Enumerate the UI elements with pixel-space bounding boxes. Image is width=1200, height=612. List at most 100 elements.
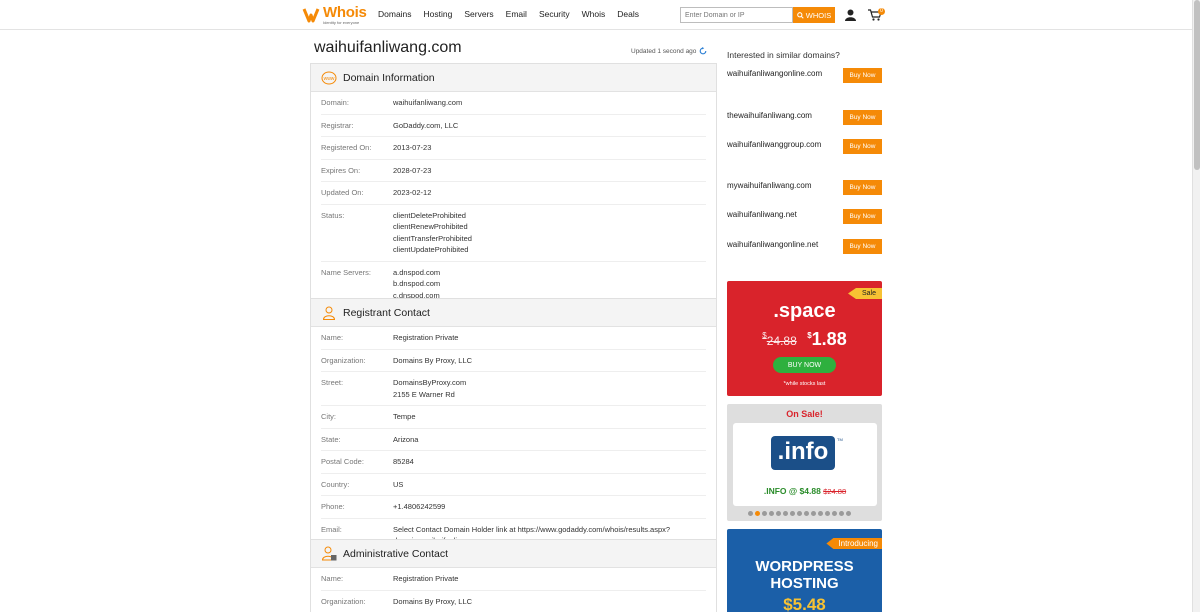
similar-domain-name[interactable]: waihuifanliwanggroup.com bbox=[727, 139, 829, 154]
user-icon[interactable] bbox=[845, 9, 856, 21]
row-value: 2028-07-23 bbox=[393, 165, 431, 177]
similar-domain-name[interactable]: mywaihuifanliwang.com bbox=[727, 180, 829, 195]
similar-domain-item: waihuifanliwangonline.com Buy Now bbox=[727, 68, 882, 83]
info-row: State: Arizona bbox=[321, 429, 706, 451]
info-old-price: $24.88 bbox=[823, 487, 847, 496]
carousel-dot[interactable] bbox=[818, 511, 823, 516]
info-promo-carousel[interactable]: On Sale! .info TM .INFO @ $4.88 $24.88 bbox=[727, 404, 882, 521]
row-label: Organization: bbox=[321, 596, 366, 606]
registrant-contact-title: Registrant Contact bbox=[343, 306, 430, 319]
info-promo-card[interactable]: .info TM .INFO @ $4.88 $24.88 bbox=[733, 423, 877, 506]
row-value-line: US bbox=[393, 479, 404, 489]
similar-domain-item: waihuifanliwang.net Buy Now bbox=[727, 209, 882, 224]
info-row: Registrar: GoDaddy.com, LLC bbox=[321, 115, 706, 137]
row-value-line: Select Contact Domain Holder link at htt… bbox=[393, 524, 671, 534]
row-value-line: clientTransferProhibited bbox=[393, 233, 472, 243]
carousel-dot[interactable] bbox=[811, 511, 816, 516]
buy-now-button[interactable]: Buy Now bbox=[843, 239, 882, 254]
space-buy-now-button[interactable]: BUY NOW bbox=[773, 357, 836, 373]
similar-domain-name[interactable]: thewaihuifanliwang.com bbox=[727, 110, 829, 125]
similar-domain-name[interactable]: waihuifanliwang.net bbox=[727, 209, 829, 224]
row-value: waihuifanliwang.com bbox=[393, 97, 462, 109]
info-row: Status: clientDeleteProhibited clientRenew… bbox=[321, 205, 706, 262]
nav-security[interactable]: Security bbox=[539, 9, 570, 19]
administrative-contact-title: Administrative Contact bbox=[343, 547, 449, 560]
buy-now-button[interactable]: Buy Now bbox=[843, 139, 882, 154]
page-scrollbar[interactable] bbox=[1192, 0, 1200, 612]
row-value: 2013-07-23 bbox=[393, 142, 431, 154]
stock-note: *while stocks last bbox=[783, 381, 826, 387]
carousel-dot[interactable] bbox=[846, 511, 851, 516]
buy-now-button[interactable]: Buy Now bbox=[843, 110, 882, 125]
carousel-dot[interactable] bbox=[790, 511, 795, 516]
similar-domain-item: waihuifanliwanggroup.com Buy Now bbox=[727, 139, 882, 154]
nav-whois[interactable]: Whois bbox=[582, 9, 606, 19]
row-value: clientDeleteProhibited clientRenewProhibi… bbox=[393, 210, 472, 256]
row-label: Name Servers: bbox=[321, 267, 372, 277]
carousel-dots bbox=[748, 511, 851, 516]
wordpress-hosting-promo[interactable]: Introducing WORDPRESS HOSTING $5.48 bbox=[727, 529, 882, 612]
buy-now-button[interactable]: Buy Now bbox=[843, 209, 882, 224]
row-label: Registered On: bbox=[321, 143, 372, 152]
carousel-dot[interactable] bbox=[769, 511, 774, 516]
search-input[interactable] bbox=[680, 7, 793, 23]
info-row: Updated On: 2023-02-12 bbox=[321, 182, 706, 205]
info-row: Expires On: 2028-07-23 bbox=[321, 160, 706, 182]
scrollbar-thumb[interactable] bbox=[1194, 0, 1200, 170]
updated-text: Updated 1 second ago bbox=[631, 47, 697, 55]
space-tld-label: .space bbox=[773, 300, 836, 322]
carousel-dot[interactable] bbox=[797, 511, 802, 516]
administrative-contact-rows: Name: Registration Private Organization: Do… bbox=[311, 568, 716, 612]
row-value-line: Arizona bbox=[393, 434, 419, 444]
similar-domain-name[interactable]: waihuifanliwangonline.com bbox=[727, 68, 829, 83]
info-price: .INFO @ $4.88 $24.88 bbox=[733, 486, 877, 496]
row-label: Updated On: bbox=[321, 188, 364, 197]
carousel-dot[interactable] bbox=[776, 511, 781, 516]
wordpress-price: $5.48 bbox=[783, 595, 826, 612]
domain-information-title: Domain Information bbox=[343, 71, 435, 84]
nav-domains[interactable]: Domains bbox=[378, 9, 412, 19]
row-label: Country: bbox=[321, 479, 350, 489]
person-icon bbox=[322, 306, 336, 320]
info-row: Name: Registration Private bbox=[321, 568, 706, 591]
row-value: +1.4806242599 bbox=[393, 501, 445, 513]
wordpress-title-line2: HOSTING bbox=[770, 575, 839, 592]
carousel-dot[interactable] bbox=[762, 511, 767, 516]
site-logo[interactable]: Whois Identity for everyone bbox=[302, 5, 367, 25]
carousel-dot[interactable] bbox=[804, 511, 809, 516]
nav-deals[interactable]: Deals bbox=[617, 9, 639, 19]
space-promo-banner[interactable]: Sale .space $24.88 $1.88 BUY NOW *while … bbox=[727, 281, 882, 396]
carousel-dot[interactable] bbox=[783, 511, 788, 516]
row-value: GoDaddy.com, LLC bbox=[393, 120, 458, 132]
carousel-dot[interactable] bbox=[832, 511, 837, 516]
svg-text:www: www bbox=[324, 75, 335, 81]
info-row: Postal Code: 85284 bbox=[321, 451, 706, 474]
carousel-dot[interactable] bbox=[755, 511, 760, 516]
similar-domain-name[interactable]: waihuifanliwangonline.net bbox=[727, 239, 829, 254]
nav-hosting[interactable]: Hosting bbox=[424, 9, 453, 19]
carousel-dot[interactable] bbox=[748, 511, 753, 516]
wordpress-title-line1: WORDPRESS bbox=[755, 558, 854, 575]
similar-domain-item: thewaihuifanliwang.com Buy Now bbox=[727, 110, 882, 125]
buy-now-button[interactable]: Buy Now bbox=[843, 68, 882, 83]
on-sale-heading: On Sale! bbox=[786, 409, 823, 419]
space-prices: $24.88 $1.88 bbox=[727, 329, 882, 350]
refresh-icon[interactable] bbox=[699, 47, 707, 55]
cart-count-badge: 0 bbox=[878, 8, 885, 15]
row-value-line: +1.4806242599 bbox=[393, 502, 446, 511]
nav-email[interactable]: Email bbox=[506, 9, 527, 19]
row-label: Phone: bbox=[321, 502, 345, 511]
whois-search-button[interactable]: WHOIS bbox=[793, 7, 835, 23]
info-row: Registered On: 2013-07-23 bbox=[321, 137, 706, 160]
nav-servers[interactable]: Servers bbox=[464, 9, 493, 19]
row-value: Registration Private bbox=[393, 332, 458, 344]
row-value-line: 2155 E Warner Rd bbox=[393, 389, 455, 399]
carousel-dot[interactable] bbox=[839, 511, 844, 516]
row-value-line: 85284 bbox=[393, 457, 414, 466]
buy-now-button[interactable]: Buy Now bbox=[843, 180, 882, 195]
row-value-line: clientUpdateProhibited bbox=[393, 245, 469, 254]
carousel-dot[interactable] bbox=[825, 511, 830, 516]
page-title: waihuifanliwang.com bbox=[314, 39, 462, 56]
row-label: Street: bbox=[321, 378, 344, 387]
introducing-tag: Introducing bbox=[826, 538, 882, 549]
